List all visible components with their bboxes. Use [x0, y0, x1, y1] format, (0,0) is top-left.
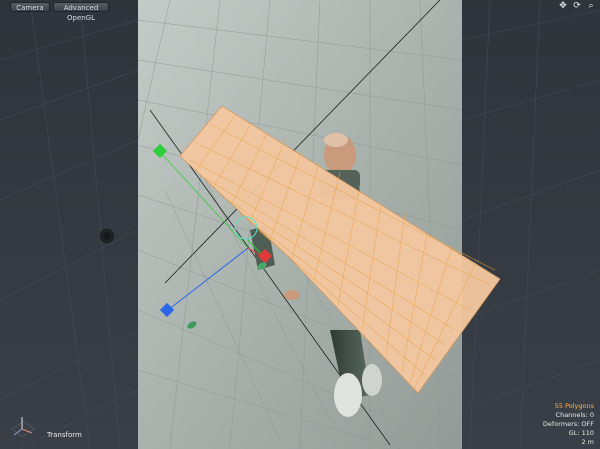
pivot-marker-core — [103, 232, 111, 240]
axis-orientation-icon — [11, 417, 35, 438]
deformers-status: Deformers: OFF — [542, 420, 594, 428]
grid-scale: 2 m — [581, 438, 594, 446]
right-dark-region — [462, 0, 600, 449]
scene-info-panel: 55 Polygons Channels: 0 Deformers: OFF G… — [543, 402, 594, 447]
channels-count: Channels: 0 — [555, 411, 594, 419]
render-mode-button[interactable]: Advanced OpenGL — [53, 2, 109, 22]
camera-button[interactable]: Camera — [10, 2, 50, 12]
viewport-nav-icons: ✥ ⟳ ⌕ — [558, 1, 596, 11]
zoom-icon[interactable]: ⌕ — [586, 1, 596, 11]
scene-canvas[interactable] — [0, 0, 600, 449]
3d-viewport[interactable]: Camera Advanced OpenGL ✥ ⟳ ⌕ Transform 5… — [0, 0, 600, 449]
pan-icon[interactable]: ✥ — [558, 1, 568, 11]
gl-count: GL: 110 — [568, 429, 594, 437]
rotate-icon[interactable]: ⟳ — [572, 1, 582, 11]
active-tool-label: Transform — [47, 431, 82, 439]
polygon-count: 55 Polygons — [554, 402, 594, 410]
left-dark-region — [0, 0, 138, 449]
